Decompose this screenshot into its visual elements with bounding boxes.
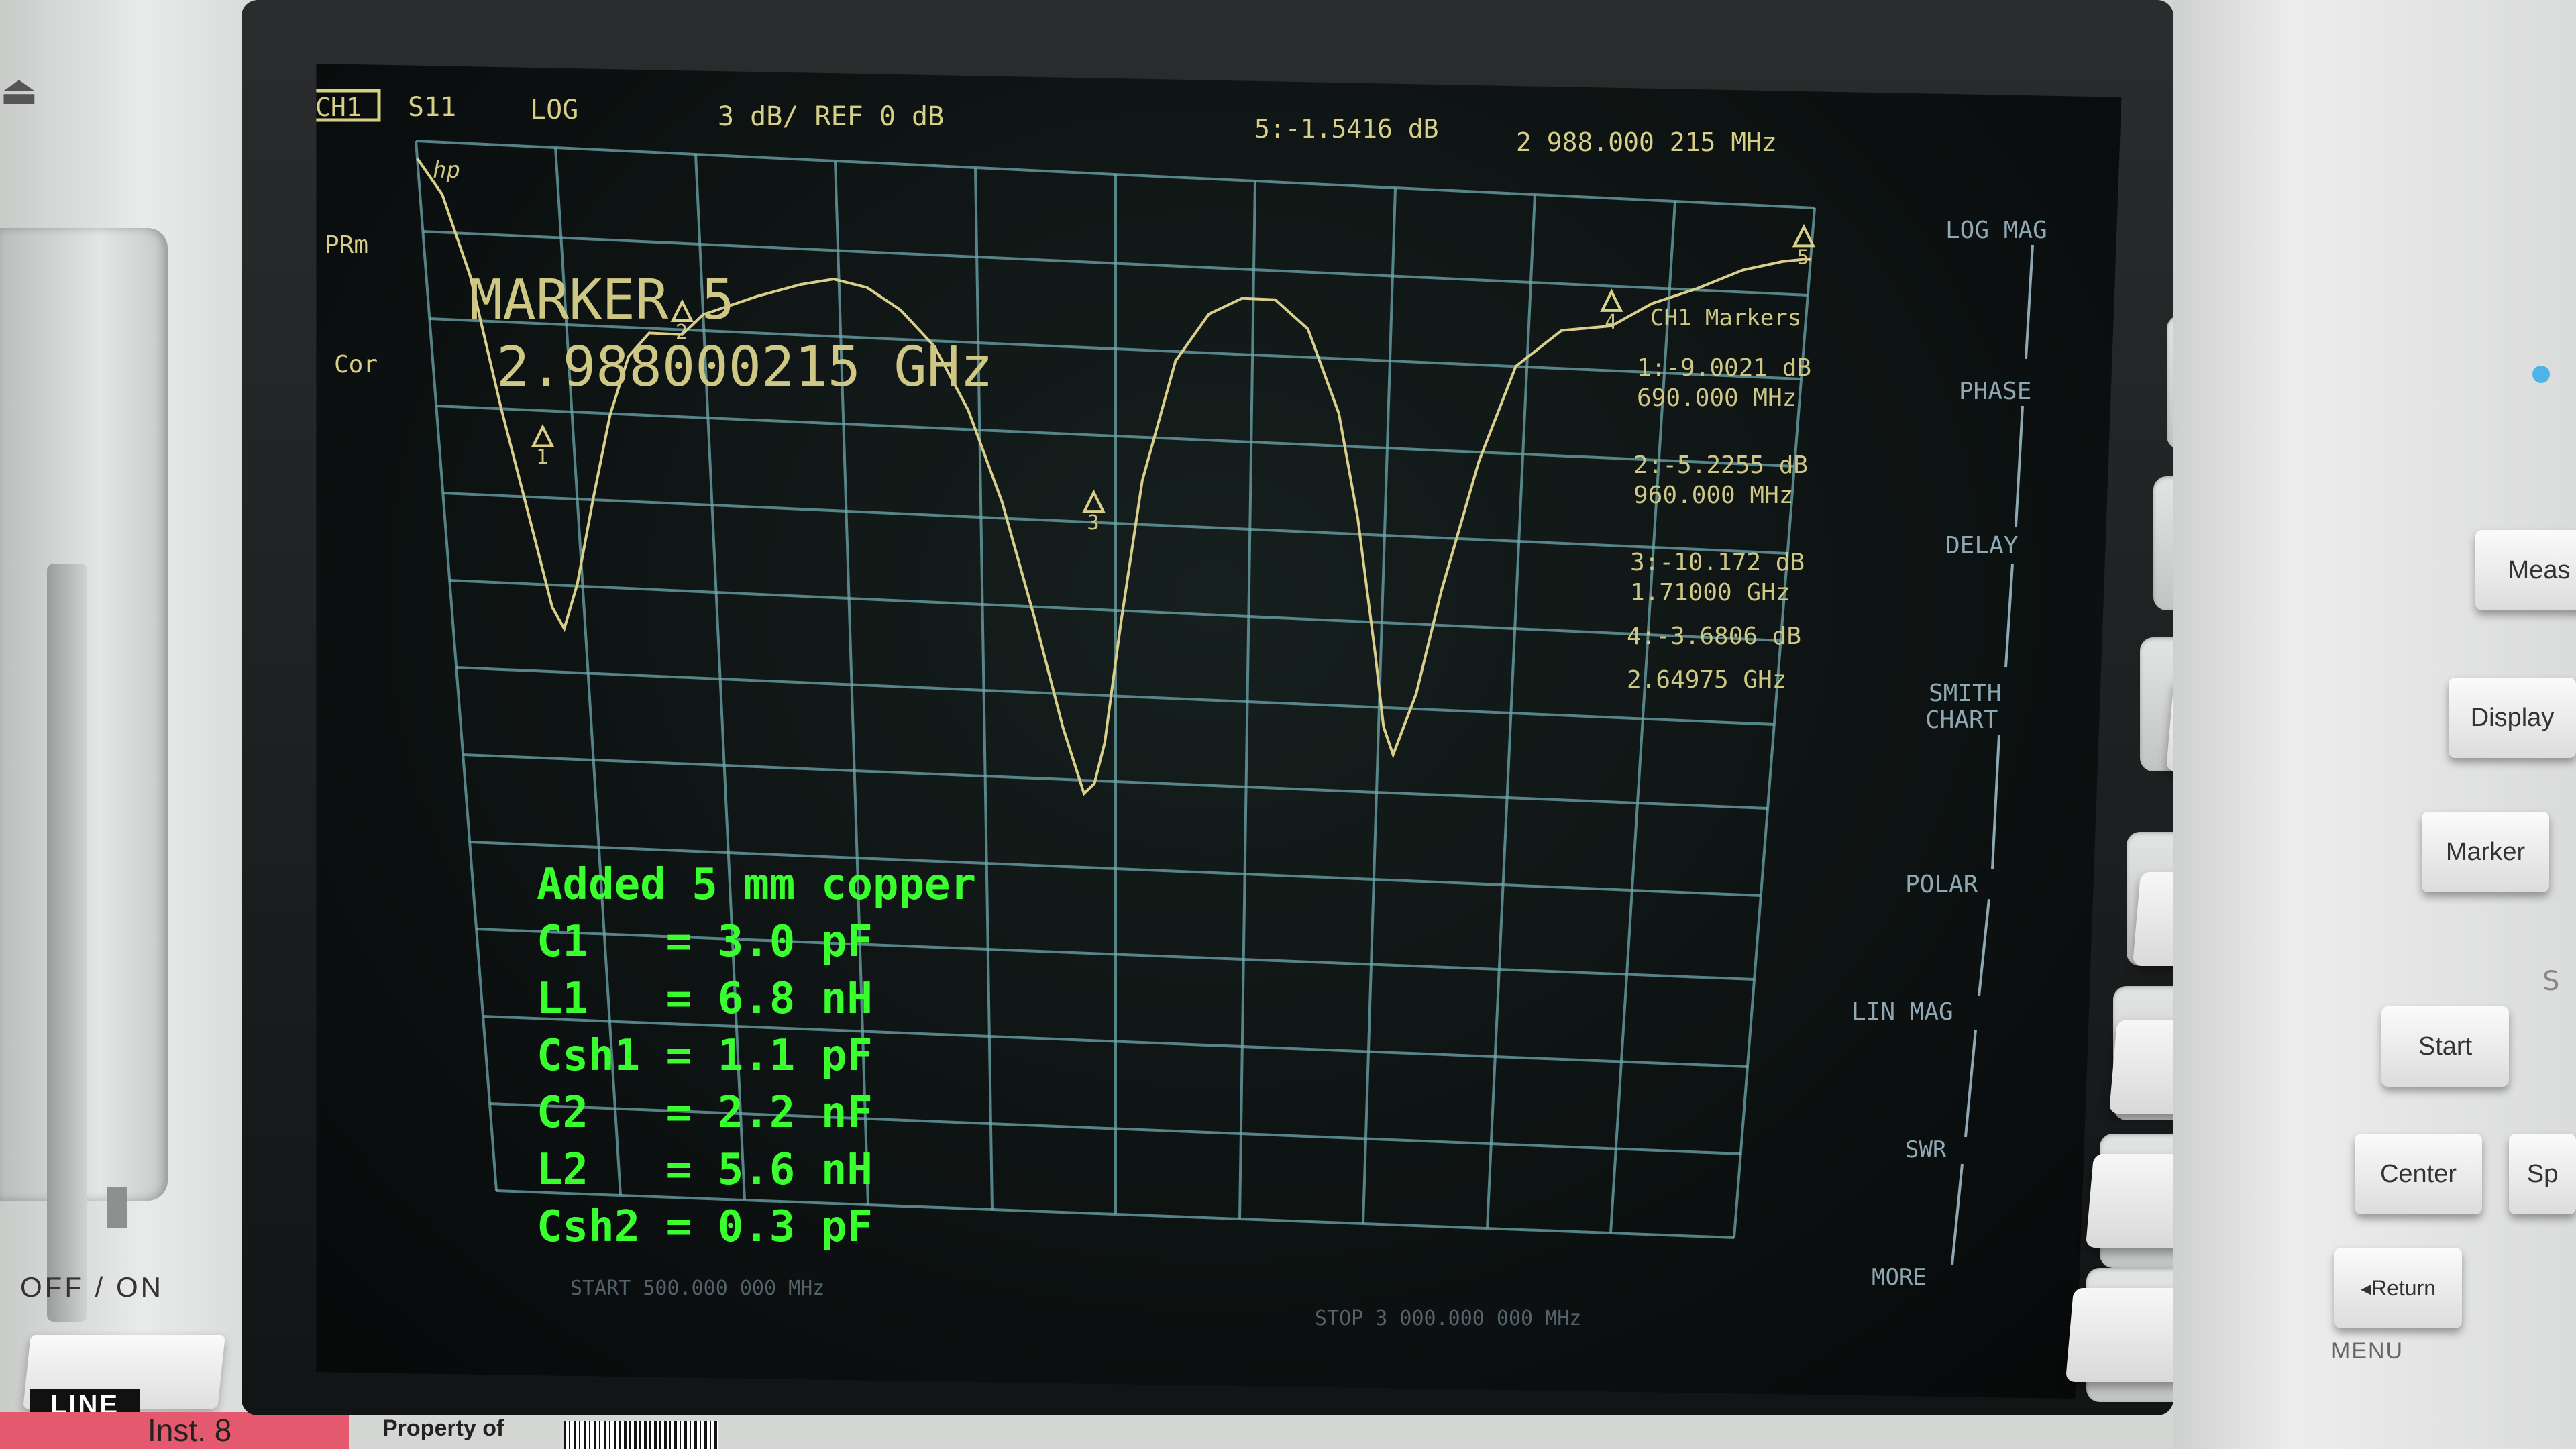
return-button[interactable]: ◂ Return bbox=[2334, 1248, 2462, 1328]
annotation-line-1: Added 5 mm copper bbox=[537, 860, 976, 910]
marker-3-value: 3:-10.172 dB bbox=[1630, 549, 1805, 576]
marker-4-triangle bbox=[1600, 288, 1623, 312]
softkey-label-polar: POLAR bbox=[1905, 871, 1978, 898]
analyzer-screen: CH1 S11 LOG 3 dB/ REF 0 dB 5:-1.5416 dB … bbox=[315, 64, 2122, 1399]
softkey-label-delay: DELAY bbox=[1945, 532, 2019, 559]
marker-4-label: 4 bbox=[1605, 311, 1617, 334]
softkey-label-lin-mag: LIN MAG bbox=[1851, 998, 1953, 1026]
marker-frequency: 2 988.000 215 MHz bbox=[1516, 127, 1777, 157]
component-annotation: Added 5 mm copper C1 = 3.0 pF L1 = 6.8 n… bbox=[537, 860, 976, 1252]
marker-2-value: 2:-5.2255 dB bbox=[1633, 451, 1808, 479]
annotation-line-4: Csh1 = 1.1 pF bbox=[537, 1031, 873, 1081]
marker-1-value: 1:-9.0021 dB bbox=[1637, 354, 1811, 382]
marker-4-frequency: 2.64975 GHz bbox=[1627, 666, 1786, 694]
marker-3-frequency: 1.71000 GHz bbox=[1630, 579, 1790, 606]
asset-tag: Inst. 8 bbox=[0, 1412, 349, 1449]
meas-button[interactable]: Meas bbox=[2475, 530, 2576, 610]
barcode bbox=[564, 1421, 718, 1449]
center-button[interactable]: Center bbox=[2355, 1134, 2482, 1214]
softkey-label-log-mag: LOG MAG bbox=[1945, 217, 2047, 244]
stop-frequency: STOP 3 000.000 000 MHz bbox=[1315, 1307, 1581, 1330]
s11-trace bbox=[416, 157, 1811, 796]
trace-display: CH1 S11 LOG 3 dB/ REF 0 dB 5:-1.5416 dB … bbox=[315, 89, 2047, 1330]
power-label: OFF / ON bbox=[20, 1271, 164, 1303]
cor-indicator: Cor bbox=[334, 351, 378, 378]
marker-1-frequency: 690.000 MHz bbox=[1637, 384, 1796, 412]
softkey-label-more: MORE bbox=[1872, 1264, 1927, 1291]
marker-4-value: 4:-3.6806 dB bbox=[1627, 623, 1801, 650]
front-panel-left: ⏏ bbox=[0, 0, 262, 1449]
annotation-line-3: L1 = 6.8 nH bbox=[537, 974, 873, 1024]
menu-label: MENU bbox=[2331, 1338, 2404, 1364]
section-label-fragment: S bbox=[2542, 966, 2560, 997]
span-button[interactable]: Sp bbox=[2509, 1134, 2576, 1214]
marker-title: MARKER 5 bbox=[470, 268, 735, 332]
marker-button[interactable]: Marker bbox=[2422, 812, 2549, 892]
softkey-label-chart: CHART bbox=[1925, 706, 1998, 734]
marker-table-title: CH1 Markers bbox=[1650, 305, 1801, 331]
property-label: Property of bbox=[382, 1415, 504, 1441]
annotation-line-7: Csh2 = 0.3 pF bbox=[537, 1202, 873, 1252]
return-arrow-icon: ◂ bbox=[2360, 1276, 2371, 1300]
hp-logo: hp bbox=[433, 157, 460, 184]
softkey-label-swr: SWR bbox=[1905, 1136, 1947, 1163]
prm-indicator: PRm bbox=[325, 231, 368, 259]
marker-1-triangle bbox=[531, 424, 555, 447]
eject-icon: ⏏ bbox=[0, 67, 38, 114]
marker-2-frequency: 960.000 MHz bbox=[1633, 482, 1793, 509]
marker-3-triangle bbox=[1082, 489, 1106, 513]
channel-label: CH1 bbox=[315, 93, 362, 122]
softkey-label-smith: SMITH bbox=[1929, 680, 2001, 707]
marker-3-label: 3 bbox=[1087, 511, 1099, 535]
marker-5-triangle bbox=[1792, 223, 1816, 248]
marker-1-label: 1 bbox=[536, 446, 548, 470]
marker-frequency-large: 2.988000215 GHz bbox=[496, 335, 994, 399]
softkey-label-phase: PHASE bbox=[1959, 378, 2031, 405]
format-label: LOG bbox=[530, 95, 578, 125]
status-led bbox=[2532, 366, 2550, 383]
asset-tag-text: Inst. 8 bbox=[148, 1413, 232, 1448]
annotation-line-6: L2 = 5.6 nH bbox=[537, 1145, 873, 1195]
display-button[interactable]: Display bbox=[2449, 678, 2576, 758]
start-button[interactable]: Start bbox=[2381, 1006, 2509, 1087]
marker-readout: 5:-1.5416 dB bbox=[1254, 114, 1439, 144]
marker-5-label: 5 bbox=[1797, 246, 1809, 269]
floppy-drive bbox=[0, 228, 168, 1322]
scale-label: 3 dB/ REF 0 dB bbox=[718, 101, 944, 132]
annotation-line-5: C2 = 2.2 nF bbox=[537, 1088, 873, 1138]
annotation-line-2: C1 = 3.0 pF bbox=[537, 917, 873, 967]
start-frequency: START 500.000 000 MHz bbox=[570, 1277, 824, 1300]
return-label: Return bbox=[2371, 1275, 2436, 1300]
floppy-slot[interactable] bbox=[47, 564, 87, 1322]
param-label: S11 bbox=[408, 92, 456, 123]
floppy-eject-latch[interactable] bbox=[107, 1187, 127, 1228]
